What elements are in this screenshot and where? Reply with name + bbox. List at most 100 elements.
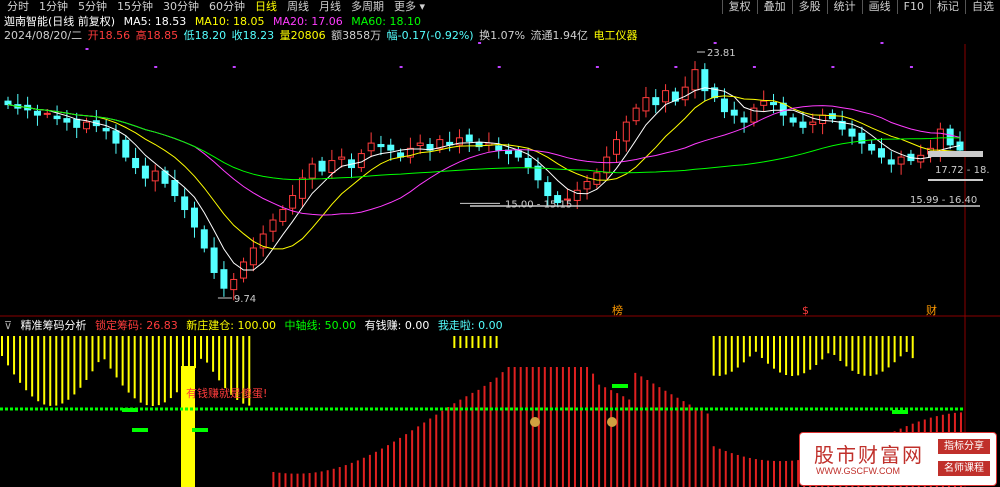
zone1-label: 15.00 - 15.15 xyxy=(505,199,572,210)
money-bag-icon xyxy=(530,417,540,427)
candle-body xyxy=(760,100,768,106)
ma-lines xyxy=(7,87,961,271)
candle-body xyxy=(612,139,620,155)
candle-body xyxy=(848,128,856,137)
event-dot xyxy=(478,42,482,44)
candle-body xyxy=(171,180,179,197)
candle-body xyxy=(603,156,611,174)
candle-body xyxy=(691,69,699,91)
candle-body xyxy=(573,189,581,201)
axis-value: 中轴线: 50.00 xyxy=(284,319,357,332)
event-dollar: $ xyxy=(802,304,809,317)
candle-body xyxy=(377,143,385,148)
resistance-bar xyxy=(928,151,983,157)
candle-body xyxy=(73,118,81,128)
watermark-title: 股市财富网 xyxy=(814,443,924,467)
candle-body xyxy=(877,148,885,158)
event-dot xyxy=(154,66,158,68)
candle-body xyxy=(524,157,532,169)
new-value: 新庄建仓: 100.00 xyxy=(186,319,276,332)
candle-body xyxy=(887,159,895,165)
candle-body xyxy=(946,128,954,146)
low-label: 9.74 xyxy=(234,294,256,305)
event-bang: 榜 xyxy=(612,303,623,317)
zone2-label: 15.99 - 16.40 xyxy=(910,195,977,206)
event-dot xyxy=(752,66,756,68)
candle-body xyxy=(720,98,728,113)
candle-body xyxy=(681,86,689,101)
candle-body xyxy=(308,163,316,179)
candle-body xyxy=(730,109,738,116)
event-dot xyxy=(909,66,913,68)
sub-title[interactable]: 精准筹码分析 xyxy=(21,319,87,332)
candle-body xyxy=(465,134,473,142)
event-dot xyxy=(674,66,678,68)
watermark-tag-share: 指标分享 xyxy=(938,439,990,454)
candle-body xyxy=(652,97,660,106)
candle-body xyxy=(936,128,944,152)
event-dot xyxy=(85,48,89,50)
candle-body xyxy=(387,144,395,151)
chip-green-mark xyxy=(192,428,208,432)
chip-green-mark xyxy=(892,410,908,414)
candle-body xyxy=(809,121,817,126)
candle-body xyxy=(367,142,375,152)
candle-body xyxy=(230,278,238,291)
candle-body xyxy=(622,121,630,142)
zone3-label: 17.72 - 18. xyxy=(935,165,990,176)
event-dot xyxy=(497,66,501,68)
event-dot xyxy=(713,42,717,44)
candle-body xyxy=(33,110,41,116)
candle-body xyxy=(190,207,198,228)
candle-body xyxy=(662,90,670,103)
candle-body xyxy=(53,115,61,120)
event-finance: 财 xyxy=(926,303,937,317)
site-watermark: 股市财富网 WWW.GSCFW.COM 指标分享 名师课程 xyxy=(799,432,997,486)
candle-body xyxy=(819,114,827,125)
candle-body xyxy=(43,112,51,115)
candle-body xyxy=(770,102,778,106)
candle-body xyxy=(583,181,591,190)
event-dot xyxy=(831,66,835,68)
candle-body xyxy=(897,156,905,165)
candle-body xyxy=(132,157,140,169)
kline-chart[interactable]: 23.81 9.74 15.00 - 15.15 15.99 - 16.40 17.72… xyxy=(0,0,1000,487)
chip-yellow-block xyxy=(181,366,195,487)
candle-body xyxy=(151,170,159,182)
candle-body xyxy=(740,117,748,123)
collapse-icon[interactable]: ⊽ xyxy=(4,319,12,332)
candle-body xyxy=(141,165,149,179)
candle-body xyxy=(289,195,297,209)
event-dot xyxy=(232,66,236,68)
candle-body xyxy=(593,172,601,185)
sub-header: ⊽ 精准筹码分析 锁定筹码: 26.83 新庄建仓: 100.00 中轴线: 5… xyxy=(4,319,508,332)
candle-body xyxy=(102,127,110,132)
candle-body xyxy=(83,121,91,130)
event-dot xyxy=(399,66,403,68)
event-marks xyxy=(85,42,913,68)
candle-body xyxy=(799,121,807,128)
candle-body xyxy=(200,229,208,249)
candle-body xyxy=(642,97,650,112)
candle-body xyxy=(318,160,326,172)
candle-body xyxy=(298,177,306,199)
chip-note: 有钱赚就是傻蛋! xyxy=(186,386,267,400)
candle-body xyxy=(544,182,552,197)
candle-body xyxy=(249,247,257,266)
candle-body xyxy=(220,269,228,289)
money-bag-icon xyxy=(607,417,617,427)
candle-body xyxy=(632,107,640,122)
event-dot xyxy=(880,42,884,44)
event-dot xyxy=(595,66,599,68)
candle-body xyxy=(338,156,346,160)
lock-value: 锁定筹码: 26.83 xyxy=(95,319,178,332)
candle-body xyxy=(789,117,797,123)
candle-body xyxy=(181,196,189,211)
high-label: 23.81 xyxy=(707,48,736,59)
candle-body xyxy=(495,145,503,151)
candle-body xyxy=(122,139,130,158)
chip-green-mark xyxy=(122,408,138,412)
candle-body xyxy=(112,130,120,144)
candle-body xyxy=(514,150,522,158)
candle-body xyxy=(868,143,876,151)
